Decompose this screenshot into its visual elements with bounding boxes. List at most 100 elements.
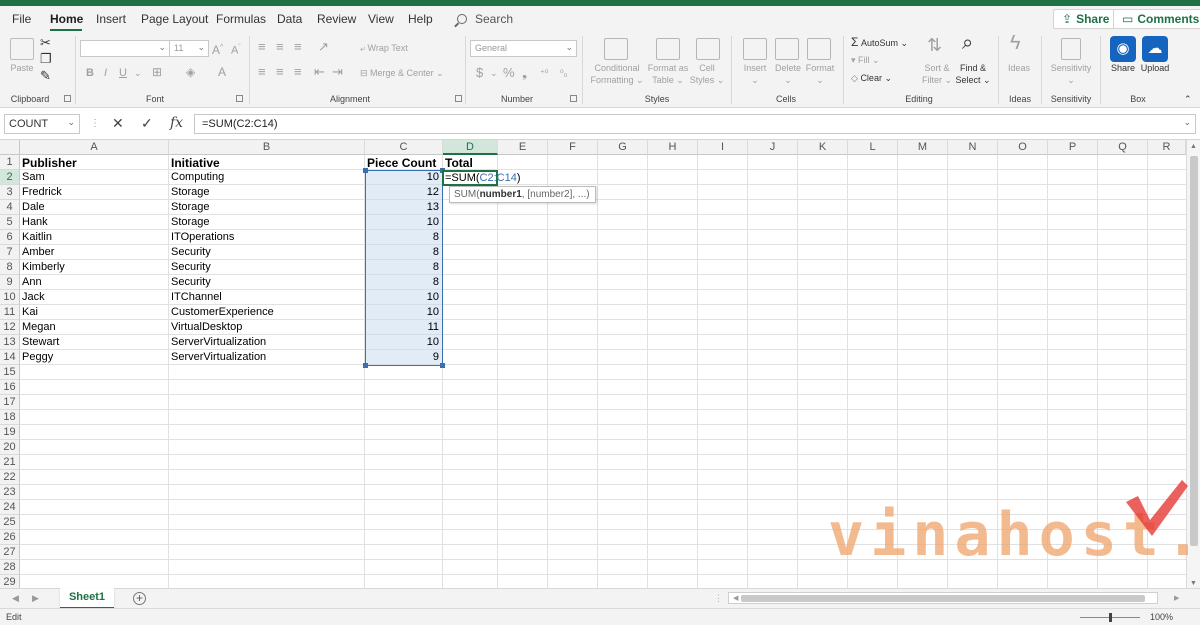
comma-style-icon[interactable]: ❟: [522, 66, 527, 80]
row-header-4[interactable]: 4: [0, 200, 20, 215]
scroll-left-icon[interactable]: ◀: [733, 594, 738, 602]
sheet-tab-sheet1[interactable]: Sheet1: [60, 588, 114, 609]
select-all-corner[interactable]: [0, 140, 20, 155]
row-header-20[interactable]: 20: [0, 440, 20, 455]
name-box[interactable]: COUNT ⌄: [4, 114, 80, 134]
increase-decimal-icon[interactable]: ⁺⁰: [540, 66, 548, 80]
box-share-button[interactable]: Share: [1106, 62, 1140, 74]
cell-piece-count[interactable]: 10: [367, 215, 442, 230]
number-launcher-icon[interactable]: [570, 95, 577, 102]
underline-icon[interactable]: U: [119, 66, 127, 80]
row-header-25[interactable]: 25: [0, 515, 20, 530]
cell-c1-header[interactable]: Piece Count: [367, 155, 442, 170]
cell-styles-button[interactable]: Cell Styles ⌄: [688, 62, 726, 86]
cell-piece-count[interactable]: 11: [367, 320, 442, 335]
row-header-15[interactable]: 15: [0, 365, 20, 380]
column-header-c[interactable]: C: [365, 140, 443, 155]
cell-initiative[interactable]: Storage: [171, 200, 364, 215]
row-header-12[interactable]: 12: [0, 320, 20, 335]
percent-icon[interactable]: %: [503, 66, 515, 80]
cell-piece-count[interactable]: 8: [367, 275, 442, 290]
cell-piece-count[interactable]: 10: [367, 305, 442, 320]
row-header-11[interactable]: 11: [0, 305, 20, 320]
tab-home[interactable]: Home: [50, 12, 83, 26]
column-header-m[interactable]: M: [898, 140, 948, 155]
delete-cells-button[interactable]: Delete ⌄: [770, 62, 806, 86]
cell-initiative[interactable]: VirtualDesktop: [171, 320, 364, 335]
cell-initiative[interactable]: CustomerExperience: [171, 305, 364, 320]
number-format-combo[interactable]: General ⌄: [470, 40, 577, 57]
search-box[interactable]: Search: [457, 12, 513, 26]
orientation-icon[interactable]: ↗: [318, 40, 329, 54]
tab-view[interactable]: View: [368, 12, 394, 26]
autosum-button[interactable]: Σ AutoSum ⌄: [851, 36, 908, 49]
cell-initiative[interactable]: Security: [171, 275, 364, 290]
fill-button[interactable]: ▾ Fill ⌄: [851, 54, 880, 66]
cell-d1-header[interactable]: Total: [445, 155, 497, 170]
cut-icon[interactable]: ✂: [40, 36, 51, 50]
cell-publisher[interactable]: Kai: [22, 305, 168, 320]
grow-font-icon[interactable]: A^: [212, 41, 223, 57]
column-header-b[interactable]: B: [169, 140, 365, 155]
column-header-r[interactable]: R: [1148, 140, 1186, 155]
insert-cells-button[interactable]: Insert ⌄: [738, 62, 772, 86]
row-header-1[interactable]: 1: [0, 155, 20, 170]
horizontal-scroll-thumb[interactable]: [741, 595, 1145, 602]
clear-button[interactable]: ◇ Clear ⌄: [851, 72, 892, 84]
bold-icon[interactable]: B: [86, 66, 94, 80]
column-header-d[interactable]: D: [443, 140, 498, 155]
wrap-text-button[interactable]: ⤶ Wrap Text: [360, 42, 408, 54]
align-bottom-icon[interactable]: ≡: [294, 40, 302, 54]
cell-piece-count[interactable]: 9: [367, 350, 442, 365]
row-header-17[interactable]: 17: [0, 395, 20, 410]
add-sheet-icon[interactable]: +: [133, 592, 146, 605]
format-as-table-button[interactable]: Format as Table ⌄: [645, 62, 691, 86]
scroll-right-icon[interactable]: ▶: [1174, 594, 1179, 602]
column-header-e[interactable]: E: [498, 140, 548, 155]
align-left-icon[interactable]: ≡: [258, 65, 266, 79]
cell-initiative[interactable]: Security: [171, 260, 364, 275]
cell-initiative[interactable]: ITOperations: [171, 230, 364, 245]
cell-initiative[interactable]: ServerVirtualization: [171, 350, 364, 365]
row-header-21[interactable]: 21: [0, 455, 20, 470]
font-size-combo[interactable]: 11 ⌄: [169, 40, 209, 57]
cell-piece-count[interactable]: 8: [367, 260, 442, 275]
cell-publisher[interactable]: Stewart: [22, 335, 168, 350]
row-header-27[interactable]: 27: [0, 545, 20, 560]
row-header-23[interactable]: 23: [0, 485, 20, 500]
format-painter-icon[interactable]: ✎: [40, 69, 51, 83]
column-header-o[interactable]: O: [998, 140, 1048, 155]
column-header-f[interactable]: F: [548, 140, 598, 155]
column-header-j[interactable]: J: [748, 140, 798, 155]
row-header-2[interactable]: 2: [0, 170, 20, 185]
cell-piece-count[interactable]: 8: [367, 245, 442, 260]
tab-help[interactable]: Help: [408, 12, 433, 26]
align-top-icon[interactable]: ≡: [258, 40, 266, 54]
row-header-19[interactable]: 19: [0, 425, 20, 440]
row-header-13[interactable]: 13: [0, 335, 20, 350]
sort-filter-button[interactable]: Sort & Filter ⌄: [920, 62, 954, 86]
row-header-3[interactable]: 3: [0, 185, 20, 200]
insert-function-icon[interactable]: fx: [170, 115, 183, 131]
cell-initiative[interactable]: Computing: [171, 170, 364, 185]
box-upload-button[interactable]: Upload: [1138, 62, 1172, 74]
cell-publisher[interactable]: Jack: [22, 290, 168, 305]
tab-review[interactable]: Review: [317, 12, 356, 26]
cell-initiative[interactable]: ServerVirtualization: [171, 335, 364, 350]
collapse-ribbon-icon[interactable]: ⌃: [1184, 92, 1192, 106]
row-header-8[interactable]: 8: [0, 260, 20, 275]
tab-file[interactable]: File: [12, 12, 31, 26]
fill-color-icon[interactable]: ◈: [186, 65, 195, 79]
column-header-a[interactable]: A: [20, 140, 169, 155]
prev-sheet-icon[interactable]: ◀: [12, 593, 19, 604]
cell-initiative[interactable]: Storage: [171, 185, 364, 200]
enter-check-icon[interactable]: ✓: [141, 115, 153, 132]
find-select-button[interactable]: Find & Select ⌄: [954, 62, 992, 86]
cell-publisher[interactable]: Fredrick: [22, 185, 168, 200]
cell-publisher[interactable]: Megan: [22, 320, 168, 335]
column-header-h[interactable]: H: [648, 140, 698, 155]
merge-center-button[interactable]: ⊟ Merge & Center ⌄: [360, 67, 444, 79]
column-header-p[interactable]: P: [1048, 140, 1098, 155]
tab-formulas[interactable]: Formulas: [216, 12, 266, 26]
function-tooltip[interactable]: SUM(number1, [number2], ...): [449, 186, 596, 203]
